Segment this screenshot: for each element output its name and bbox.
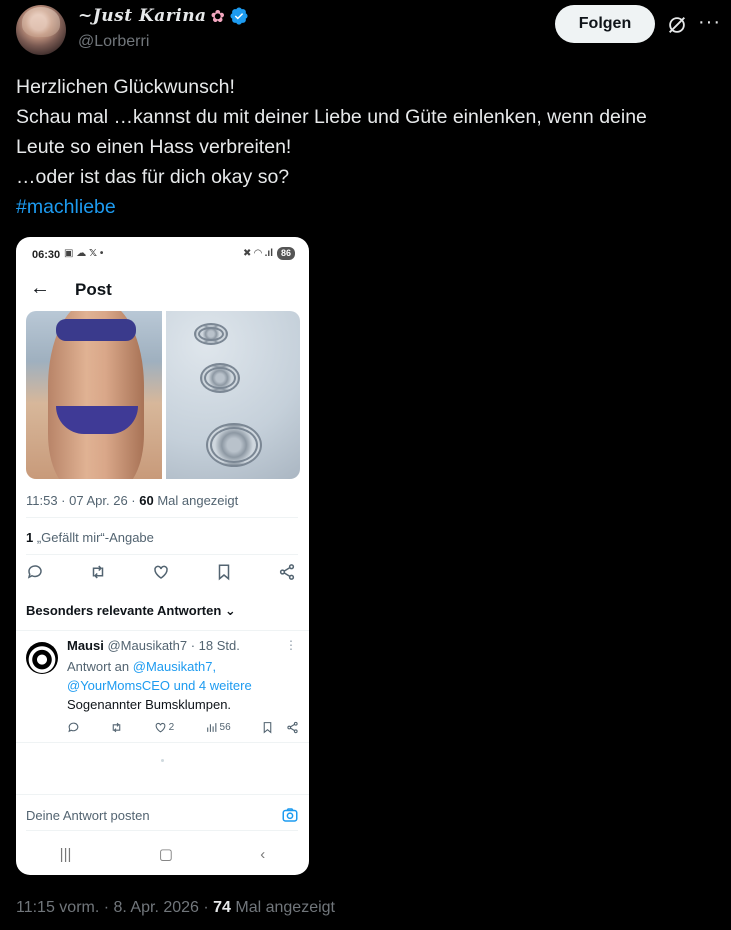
like-icon (154, 565, 168, 579)
tweet-view-count: 74 (213, 899, 231, 916)
reply-mention-2: @YourMomsCEO und 4 weitere (67, 678, 252, 693)
bookmark-icon (218, 564, 230, 581)
divider (26, 517, 298, 518)
status-notification-icons: ▣ ☁ 𝕏 • (64, 248, 104, 259)
hashtag-link[interactable]: #machliebe (16, 192, 721, 222)
battery-badge: 86 (276, 247, 295, 260)
post-view-label: Mal angezeigt (153, 493, 239, 508)
android-nav-bar: ||| ▢ ‹ (16, 842, 309, 866)
post-timestamp: 11:53 · 07 Apr. 26 · (26, 493, 140, 508)
reply-views-icon (206, 723, 216, 732)
author-avatar[interactable] (16, 5, 66, 55)
tweet-text: Herzlichen Glückwunsch! Schau mal …kanns… (16, 72, 721, 222)
camera-icon (282, 808, 298, 822)
verified-badge-icon (230, 7, 248, 25)
reply-comment-icon (68, 722, 79, 733)
repost-icon (92, 565, 104, 579)
tweet-line-1: Herzlichen Glückwunsch! (16, 76, 235, 98)
reply-like-icon (155, 722, 166, 733)
more-options-icon[interactable]: ··· (698, 12, 721, 32)
home-icon: ▢ (158, 846, 173, 863)
post-action-bar (26, 563, 296, 585)
tweet-line-2: Schau mal …kannst du mit deiner Liebe un… (16, 106, 647, 128)
tweet-timestamp[interactable]: 11:15 vorm. · 8. Apr. 2026 · (16, 899, 213, 916)
attached-screenshot[interactable]: 06:30 ▣ ☁ 𝕏 • ✖ ◠ .ıl 86 ← Post 11:53 · … (16, 237, 309, 875)
grok-icon[interactable] (666, 14, 688, 36)
reply-bookmark-icon (263, 722, 272, 734)
reply-avatar (26, 642, 58, 674)
reply-handle-time: @Mausikath7 · 18 Std. (103, 638, 240, 653)
share-icon (279, 564, 295, 580)
follow-button[interactable]: Folgen (555, 5, 655, 43)
reply-icon (27, 565, 42, 579)
reply-more-icon: ⋮ (285, 638, 297, 652)
reply-view-count: 56 (219, 722, 231, 733)
status-time: 06:30 (32, 249, 61, 261)
tweet-view-label: Mal angezeigt (230, 899, 335, 916)
divider (16, 742, 309, 743)
flower-emoji-icon: ✿ (210, 6, 225, 26)
snow-roses-photo (166, 311, 300, 479)
reply-like-count: 2 (168, 722, 175, 733)
phone-page-title: Post (75, 280, 112, 299)
post-like-label: „Gefällt mir“-Angabe (33, 530, 154, 545)
tweet-line-4: …oder ist das für dich okay so? (16, 166, 290, 188)
divider (26, 830, 298, 831)
divider (26, 554, 298, 555)
post-likes-line: 1 „Gefällt mir“-Angabe (26, 530, 154, 545)
phone-app-bar: ← Post (16, 273, 309, 307)
status-signal-icons: ✖ ◠ .ıl (243, 248, 273, 259)
reply-input-placeholder: Deine Antwort posten (26, 808, 150, 823)
post-view-count: 60 (139, 493, 154, 508)
loading-dot (161, 759, 164, 762)
reply-author-name: Mausi (67, 638, 104, 653)
author-name-row: ~Just Karina ✿ (78, 6, 249, 26)
reply-header: Mausi @Mausikath7 · 18 Std. (67, 638, 240, 653)
reply-repost-icon (113, 722, 121, 733)
reply-to-line: Antwort an @Mausikath7, @YourMomsCEO und… (67, 657, 299, 695)
bikini-photo (26, 311, 162, 479)
replies-sort-label: Besonders relevante Antworten ⌄ (26, 603, 236, 618)
back-icon: ‹ (260, 845, 266, 863)
tweet-line-3: Leute so einen Hass verbreiten! (16, 136, 292, 158)
tweet-footer: 11:15 vorm. · 8. Apr. 2026 · 74 Mal ange… (16, 899, 335, 917)
reply-action-bar: 2 56 (67, 721, 299, 734)
reply-to-prefix: Antwort an (67, 659, 133, 674)
phone-status-bar: 06:30 ▣ ☁ 𝕏 • ✖ ◠ .ıl 86 (16, 237, 309, 271)
reply-text: Sogenannter Bumsklumpen. (67, 697, 232, 712)
status-right-icons: ✖ ◠ .ıl 86 (243, 247, 295, 260)
post-meta-line: 11:53 · 07 Apr. 26 · 60 Mal angezeigt (26, 493, 238, 508)
divider (16, 630, 309, 631)
reply-share-icon (287, 721, 298, 734)
author-handle[interactable]: @Lorberri (78, 33, 149, 51)
recent-apps-icon: ||| (59, 845, 72, 863)
divider (16, 794, 309, 795)
author-display-name[interactable]: ~Just Karina (78, 6, 207, 26)
reply-mention-1: @Mausikath7, (132, 659, 217, 674)
back-arrow-icon: ← (30, 277, 50, 299)
